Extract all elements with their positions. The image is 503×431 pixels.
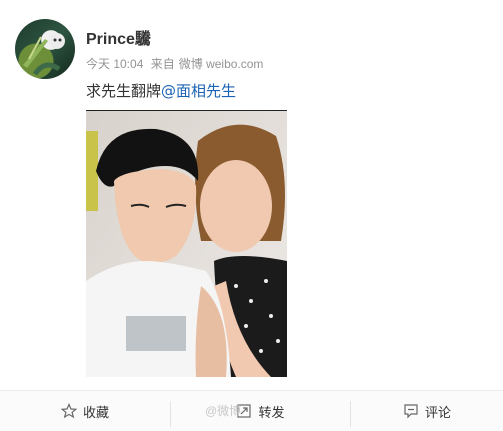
repost-button[interactable]: 转发 xyxy=(171,391,350,431)
weibo-watermark: @微博 xyxy=(205,404,242,418)
post-text: 求先生翻牌@面相先生 xyxy=(86,80,236,101)
comment-button[interactable]: 评论 xyxy=(351,391,503,431)
mention-link[interactable]: @面相先生 xyxy=(161,82,236,100)
action-bar: 收藏 转发 评论 xyxy=(0,390,503,431)
post-photo[interactable] xyxy=(86,110,287,377)
star-icon xyxy=(60,403,77,419)
post-meta: 今天 10:04 来自 微博 weibo.com xyxy=(86,55,267,72)
source-prefix: 来自 xyxy=(150,57,175,71)
avatar-image-icon xyxy=(23,33,65,76)
post-text-body: 求先生翻牌 xyxy=(86,82,162,100)
avatar[interactable] xyxy=(15,19,75,79)
comment-icon xyxy=(404,404,418,419)
favorite-label: 收藏 xyxy=(82,405,109,421)
post-source[interactable]: 微博 weibo.com xyxy=(179,57,264,71)
repost-label: 转发 xyxy=(258,405,285,421)
post-time[interactable]: 今天 10:04 xyxy=(86,57,143,71)
username[interactable]: Prince驣 xyxy=(86,25,151,49)
favorite-button[interactable]: 收藏 xyxy=(0,391,170,431)
comment-label: 评论 xyxy=(424,405,451,421)
selfie-photo-icon xyxy=(86,111,287,377)
